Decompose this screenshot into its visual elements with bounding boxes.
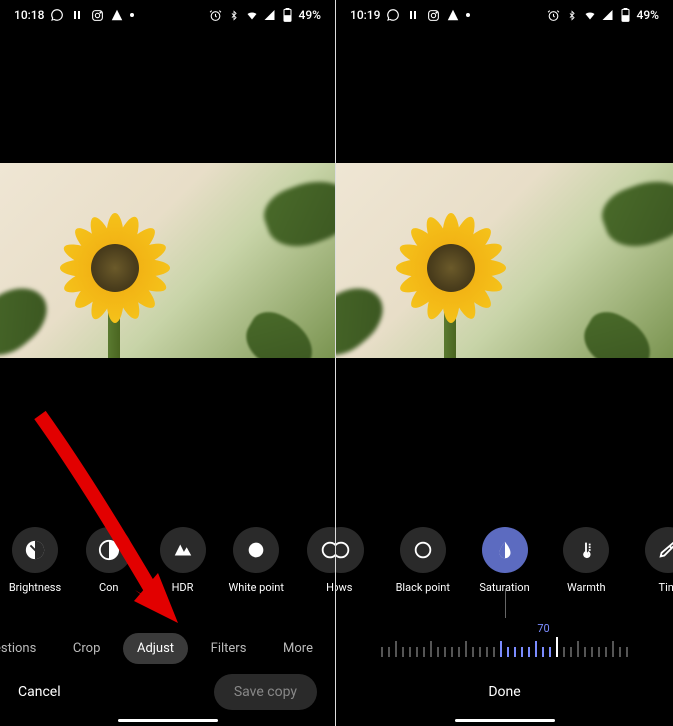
adjust-warmth[interactable]: Warmth [553,527,619,594]
photo-preview[interactable] [0,163,335,358]
battery-icon [281,8,295,22]
photo-preview[interactable] [336,163,673,358]
saturation-icon [494,539,516,561]
triangle-a-icon [110,8,124,22]
adjust-hdr[interactable]: HDR [150,527,216,594]
instagram-icon [426,8,440,22]
tint-icon [657,539,673,561]
done-button[interactable]: Done [488,684,520,700]
adjust-brightness[interactable]: Brightness [2,527,68,594]
status-time: 10:18 [14,8,44,22]
adjust-label: lows [336,581,352,594]
adjust-whitepoint[interactable]: White point [223,527,289,594]
battery-icon [619,8,633,22]
annotation-arrow-icon [30,405,190,645]
tab-adjust[interactable]: Adjust [123,633,188,664]
bottom-actions: Done [336,668,673,726]
notification-dot-icon [130,13,134,17]
tab-filters[interactable]: Filters [197,633,261,664]
warmth-icon [575,539,597,561]
adjust-label: H [326,581,334,594]
adjust-label: White point [229,581,284,594]
alarm-icon [209,8,223,22]
adjustment-slider[interactable]: 70 [336,614,673,664]
instagram-icon [90,8,104,22]
status-bar: 10:19 49% [336,0,673,28]
home-indicator[interactable] [455,719,555,722]
status-battery-pct: 49% [299,8,321,22]
editor-tabs: estions Crop Adjust Filters More [0,633,335,664]
notification-dot-icon [466,13,470,17]
contrast-icon [98,539,120,561]
tab-more[interactable]: More [269,633,327,664]
whatsapp-icon [50,8,64,22]
home-indicator[interactable] [118,719,218,722]
adjust-label: Saturation [479,581,529,594]
status-bar: 10:18 49% [0,0,335,28]
adjust-contrast[interactable]: Con [76,527,142,594]
signal-icon [601,8,615,22]
wifi-icon [583,8,597,22]
wifi-icon [245,8,259,22]
shadows-icon [336,539,352,561]
tab-crop[interactable]: Crop [59,633,114,664]
adjust-blackpoint[interactable]: Black point [390,527,456,594]
pause-icon [406,8,420,22]
phone-screen-left: 10:18 49% [0,0,336,726]
adjust-highlights[interactable]: H [297,527,335,594]
adjust-saturation[interactable]: Saturation [472,527,538,594]
adjust-shadows[interactable]: lows [336,527,374,594]
adjust-label: Warmth [567,581,606,594]
adjust-tint[interactable]: Tint [635,527,673,594]
tab-suggestions[interactable]: estions [0,633,50,664]
brightness-icon [24,539,46,561]
adjust-tools-row[interactable]: Brightness Con HDR White point H [0,527,335,594]
status-time: 10:19 [350,8,380,22]
save-copy-button[interactable]: Save copy [214,674,317,710]
triangle-a-icon [446,8,460,22]
adjust-label: Tint [659,581,673,594]
adjust-tools-row[interactable]: lows Black point Saturation Warmth Tint [336,527,673,594]
adjust-label: Brightness [9,581,61,594]
status-battery-pct: 49% [637,8,659,22]
bluetooth-icon [565,8,579,22]
hdr-icon [172,539,194,561]
pause-icon [70,8,84,22]
cancel-button[interactable]: Cancel [18,684,61,700]
bottom-actions: Cancel Save copy [0,668,335,726]
signal-icon [263,8,277,22]
bluetooth-icon [227,8,241,22]
whatsapp-icon [386,8,400,22]
whitepoint-icon [245,539,267,561]
alarm-icon [547,8,561,22]
blackpoint-icon [412,539,434,561]
adjust-label: Con [99,581,119,594]
phone-screen-right: 10:19 49% [336,0,673,726]
adjust-label: HDR [172,581,194,594]
slider-value-label: 70 [537,622,549,635]
adjust-label: Black point [396,581,450,594]
highlights-icon [319,539,335,561]
slider-ticks[interactable] [381,637,628,657]
